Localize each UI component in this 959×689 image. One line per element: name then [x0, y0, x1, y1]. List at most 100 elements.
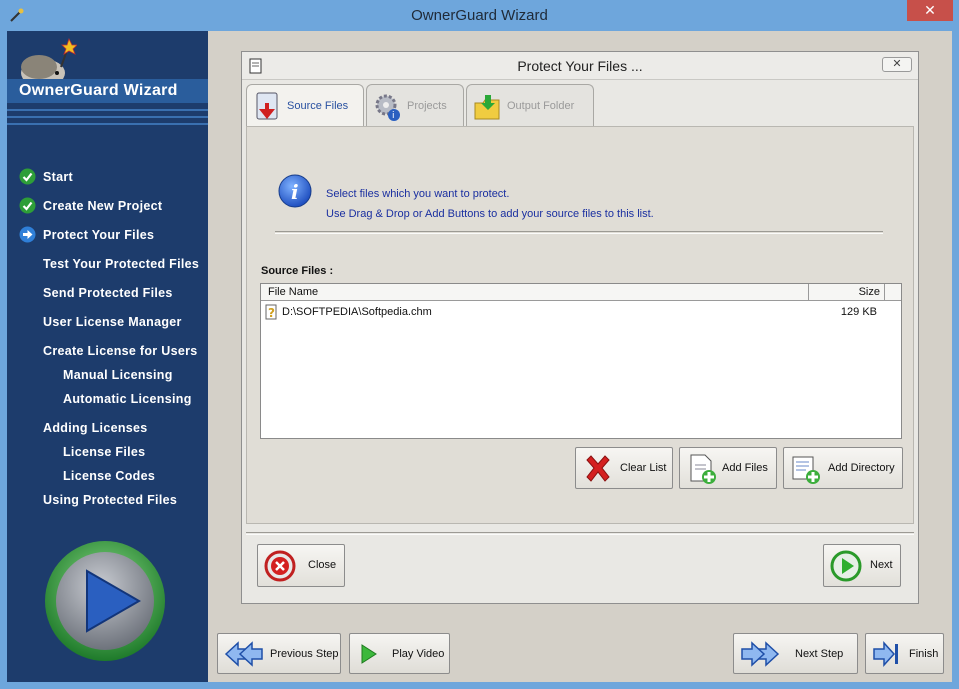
- window-close-button[interactable]: ✕: [907, 0, 953, 21]
- svg-text:i: i: [291, 180, 299, 204]
- button-label: Next Step: [795, 648, 844, 660]
- button-label: Close: [308, 559, 337, 571]
- tab-label: Output Folder: [507, 100, 575, 112]
- check-icon: [19, 197, 36, 214]
- window-title: OwnerGuard Wizard: [411, 7, 548, 24]
- double-arrow-right-icon: [741, 641, 780, 667]
- svg-text:?: ?: [268, 306, 275, 320]
- close-circle-icon: [264, 550, 296, 582]
- step-label: Send Protected Files: [43, 286, 173, 300]
- svg-text:i: i: [392, 111, 395, 121]
- step-create-license-for-users[interactable]: Create License for Users: [7, 340, 208, 362]
- tab-output-folder[interactable]: Output Folder: [466, 84, 594, 126]
- list-item[interactable]: ? D:\SOFTPEDIA\Softpedia.chm 129 KB: [261, 303, 901, 321]
- dialog-title-bar: Protect Your Files ... ✕: [242, 52, 918, 80]
- button-label: Add Files: [722, 462, 768, 474]
- tab-projects[interactable]: i Projects: [366, 84, 464, 126]
- step-label: Test Your Protected Files: [43, 257, 200, 271]
- step-label: Create New Project: [43, 199, 163, 213]
- step-start[interactable]: Start: [7, 166, 208, 188]
- source-files-list[interactable]: File Name Size ? D:\SOFTPEDIA\Softpedia.…: [260, 283, 902, 439]
- info-text: Select files which you want to protect. …: [326, 184, 654, 224]
- step-license-files[interactable]: License Files: [7, 441, 208, 463]
- info-icon: i: [278, 174, 312, 208]
- tab-label: Projects: [407, 100, 447, 112]
- step-label: Manual Licensing: [63, 368, 173, 382]
- column-header-file-name[interactable]: File Name: [261, 284, 809, 301]
- step-label: Adding Licenses: [43, 421, 148, 435]
- step-using-protected-files[interactable]: Using Protected Files: [7, 489, 208, 511]
- button-label: Clear List: [620, 462, 667, 474]
- button-label: Previous Step: [270, 648, 339, 660]
- red-x-icon: [586, 455, 610, 482]
- step-label: Using Protected Files: [43, 493, 178, 507]
- button-label: Play Video: [392, 648, 445, 660]
- info-line-2: Use Drag & Drop or Add Buttons to add yo…: [326, 208, 654, 220]
- step-license-codes[interactable]: License Codes: [7, 465, 208, 487]
- list-header: File Name Size: [261, 284, 901, 301]
- play-green-icon: [830, 550, 862, 582]
- step-protect-your-files[interactable]: Protect Your Files: [7, 224, 208, 246]
- step-user-license-manager[interactable]: User License Manager: [7, 311, 208, 333]
- column-header-size[interactable]: Size: [809, 284, 885, 301]
- close-button[interactable]: Close: [257, 544, 345, 587]
- sidebar-brand: OwnerGuard Wizard: [7, 79, 208, 103]
- add-directory-button[interactable]: Add Directory: [783, 447, 903, 489]
- step-label: Protect Your Files: [43, 228, 155, 242]
- step-label: Automatic Licensing: [63, 392, 192, 406]
- tab-label: Source Files: [287, 100, 349, 112]
- protect-files-dialog: Protect Your Files ... ✕ Source Files i …: [241, 51, 919, 604]
- next-step-button[interactable]: Next Step: [733, 633, 858, 674]
- window-frame: OwnerGuard Wizard Start Create New Proje…: [7, 31, 952, 682]
- step-automatic-licensing[interactable]: Automatic Licensing: [7, 388, 208, 410]
- play-video-large-icon[interactable]: [43, 539, 167, 663]
- step-label: User License Manager: [43, 315, 182, 329]
- projects-gear-icon: i: [375, 94, 400, 121]
- divider: [246, 532, 914, 535]
- button-label: Add Directory: [828, 462, 895, 474]
- finish-button[interactable]: Finish: [865, 633, 944, 674]
- step-label: License Codes: [63, 469, 156, 483]
- dialog-close-button[interactable]: ✕: [882, 57, 912, 72]
- output-folder-icon: [474, 95, 500, 120]
- step-label: License Files: [63, 445, 146, 459]
- add-directory-icon: [792, 456, 820, 484]
- play-video-button[interactable]: Play Video: [349, 633, 450, 674]
- step-label: Start: [43, 170, 73, 184]
- title-bar: OwnerGuard Wizard ✕: [0, 0, 959, 31]
- step-test-your-protected-files[interactable]: Test Your Protected Files: [7, 253, 208, 275]
- divider: [7, 116, 208, 118]
- play-icon: [361, 644, 377, 664]
- tab-source-files[interactable]: Source Files: [246, 84, 364, 126]
- button-label: Finish: [909, 648, 939, 660]
- add-file-icon: [690, 454, 716, 484]
- file-size: 129 KB: [840, 306, 877, 318]
- next-button[interactable]: Next: [823, 544, 901, 587]
- info-line-1: Select files which you want to protect.: [326, 188, 510, 200]
- add-files-button[interactable]: Add Files: [679, 447, 777, 489]
- step-adding-licenses[interactable]: Adding Licenses: [7, 417, 208, 439]
- dialog-title: Protect Your Files ...: [517, 58, 643, 74]
- step-manual-licensing[interactable]: Manual Licensing: [7, 364, 208, 386]
- check-icon: [19, 168, 36, 185]
- help-file-icon: ?: [265, 304, 277, 320]
- step-send-protected-files[interactable]: Send Protected Files: [7, 282, 208, 304]
- file-name: D:\SOFTPEDIA\Softpedia.chm: [282, 306, 432, 318]
- arrow-to-end-icon: [873, 641, 898, 667]
- double-arrow-left-icon: [224, 641, 263, 667]
- step-create-new-project[interactable]: Create New Project: [7, 195, 208, 217]
- main-area: Protect Your Files ... ✕ Source Files i …: [208, 31, 952, 682]
- previous-step-button[interactable]: Previous Step: [217, 633, 341, 674]
- divider: [7, 109, 208, 111]
- source-files-panel: i Select files which you want to protect…: [246, 126, 914, 524]
- clear-list-button[interactable]: Clear List: [575, 447, 673, 489]
- source-files-icon: [256, 92, 278, 120]
- step-label: Create License for Users: [43, 344, 198, 358]
- button-label: Next: [870, 559, 893, 571]
- wizard-navigation-bar: Previous Step Play Video Next Step Finis…: [208, 620, 952, 682]
- source-files-label: Source Files :: [261, 265, 334, 277]
- arrow-right-icon: [19, 226, 36, 243]
- sidebar: OwnerGuard Wizard Start Create New Proje…: [7, 31, 208, 682]
- divider: [275, 231, 883, 234]
- divider: [7, 123, 208, 125]
